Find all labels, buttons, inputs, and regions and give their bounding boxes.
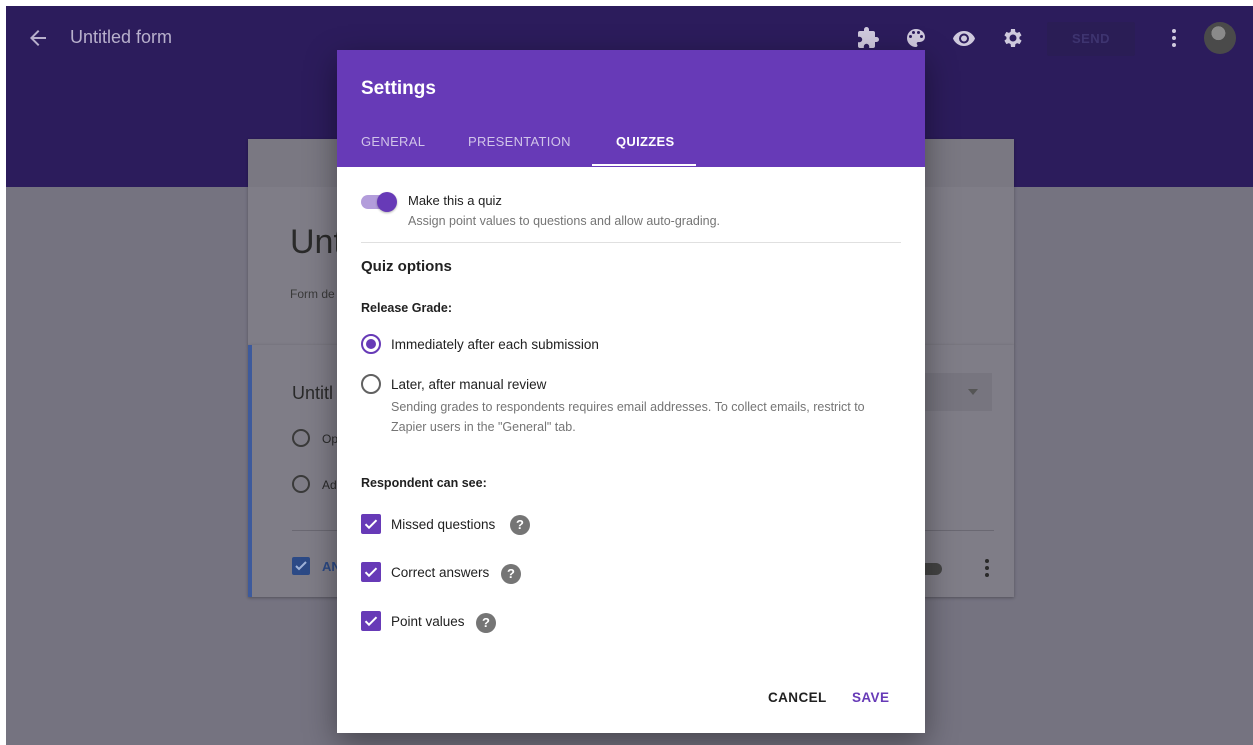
quiz-options-title: Quiz options xyxy=(361,258,452,275)
settings-dialog: Settings GENERAL PRESENTATION QUIZZES Ma… xyxy=(337,50,925,733)
add-option-label[interactable]: Ad xyxy=(322,478,337,492)
tab-quizzes[interactable]: QUIZZES xyxy=(616,134,674,149)
correct-answers-checkbox[interactable] xyxy=(361,562,381,582)
back-arrow-icon[interactable] xyxy=(26,26,50,50)
help-icon[interactable]: ? xyxy=(510,515,530,535)
release-later-radio[interactable] xyxy=(361,374,381,394)
release-immediately-radio[interactable] xyxy=(361,334,381,354)
option-label[interactable]: Op xyxy=(322,432,338,446)
avatar[interactable] xyxy=(1204,22,1236,54)
check-icon xyxy=(364,616,378,627)
check-icon xyxy=(364,519,378,530)
release-grade-title: Release Grade: xyxy=(361,301,453,315)
release-immediately-label[interactable]: Immediately after each submission xyxy=(391,337,599,352)
release-later-note: Sending grades to respondents requires e… xyxy=(391,400,865,434)
help-icon[interactable]: ? xyxy=(501,564,521,584)
toggle-thumb xyxy=(377,192,397,212)
form-description[interactable]: Form de xyxy=(290,287,335,301)
missed-questions-label[interactable]: Missed questions xyxy=(391,517,495,532)
point-values-label[interactable]: Point values xyxy=(391,614,465,629)
cancel-button[interactable]: CANCEL xyxy=(768,690,827,705)
tab-general[interactable]: GENERAL xyxy=(361,134,425,149)
eye-icon[interactable] xyxy=(952,26,976,50)
active-tab-indicator xyxy=(592,164,696,166)
palette-icon[interactable] xyxy=(904,26,928,50)
form-title[interactable]: Untitled form xyxy=(70,27,172,48)
help-icon[interactable]: ? xyxy=(476,613,496,633)
more-vert-icon[interactable] xyxy=(984,557,990,579)
answer-key-icon[interactable] xyxy=(292,557,310,575)
respondent-can-see-title: Respondent can see: xyxy=(361,476,487,490)
tab-bar: GENERAL PRESENTATION QUIZZES xyxy=(337,128,925,167)
dialog-title: Settings xyxy=(361,78,436,99)
make-quiz-toggle[interactable] xyxy=(361,192,397,212)
option-radio[interactable] xyxy=(292,475,310,493)
make-quiz-description: Assign point values to questions and all… xyxy=(408,214,721,228)
dialog-header: Settings GENERAL PRESENTATION QUIZZES xyxy=(337,50,925,167)
point-values-checkbox[interactable] xyxy=(361,611,381,631)
send-button[interactable]: SEND xyxy=(1047,22,1135,56)
missed-questions-checkbox[interactable] xyxy=(361,514,381,534)
release-later-label[interactable]: Later, after manual review xyxy=(391,377,546,392)
make-quiz-label: Make this a quiz xyxy=(408,193,502,208)
option-radio[interactable] xyxy=(292,429,310,447)
section-divider xyxy=(361,242,901,243)
tab-presentation[interactable]: PRESENTATION xyxy=(468,134,571,149)
correct-answers-label[interactable]: Correct answers xyxy=(391,565,489,580)
more-vert-icon[interactable] xyxy=(1170,26,1178,50)
puzzle-icon[interactable] xyxy=(856,26,880,50)
save-button[interactable]: SAVE xyxy=(852,690,889,705)
question-title[interactable]: Untitl xyxy=(292,383,333,404)
form-title-large[interactable]: Unt xyxy=(290,223,343,262)
check-icon xyxy=(364,567,378,578)
gear-icon[interactable] xyxy=(1000,26,1024,50)
